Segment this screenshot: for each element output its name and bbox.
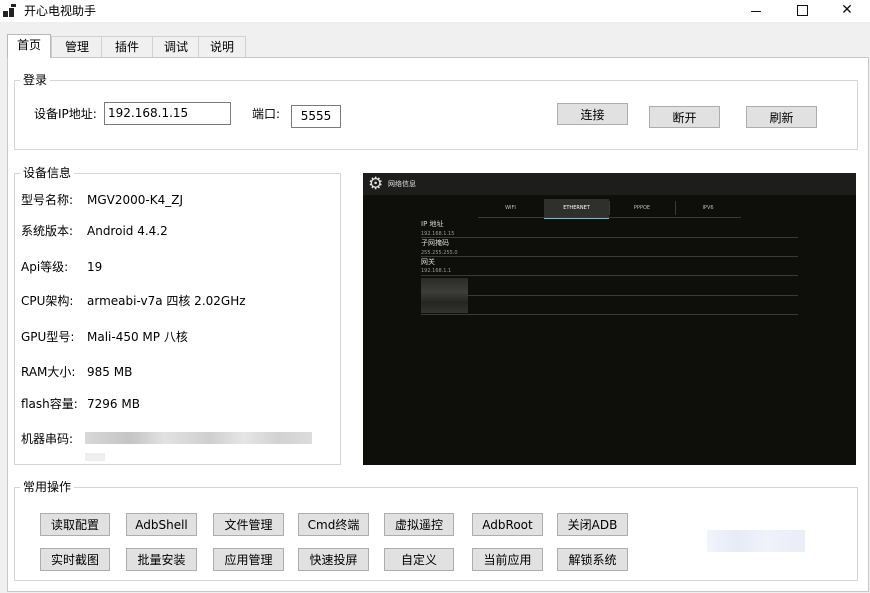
redacted-watermark (707, 530, 805, 552)
redaction-fragment (85, 453, 105, 461)
ip-label: 设备IP地址: (34, 107, 97, 121)
model-value: MGV2000-K4_ZJ (87, 193, 183, 207)
app-icon (3, 4, 17, 18)
adbroot-button[interactable]: AdbRoot (472, 513, 543, 536)
screen-gateway-value: 192.168.1.1 (421, 268, 452, 274)
tab-plugins[interactable]: 插件 (101, 36, 153, 57)
screen-header: ⚙ 网络信息 (363, 173, 856, 195)
maximize-button[interactable] (779, 0, 825, 22)
live-screenshot-button[interactable]: 实时截图 (40, 548, 110, 571)
connect-button[interactable]: 连接 (557, 103, 628, 125)
screen-tab-ipv6: IPV6 (702, 205, 714, 211)
custom-button[interactable]: 自定义 (384, 548, 454, 571)
tab-debug[interactable]: 调试 (152, 36, 200, 57)
serial-value-redacted (85, 432, 312, 444)
quick-cast-button[interactable]: 快速投屏 (298, 548, 369, 571)
gpu-model-value: Mali-450 MP 八核 (87, 330, 188, 344)
gpu-model-label: GPU型号: (21, 330, 75, 344)
disconnect-button[interactable]: 断开 (649, 106, 720, 128)
screen-subnet-label: 子网掩码 (421, 239, 449, 247)
operations-group-title: 常用操作 (20, 480, 75, 494)
screen-divider (421, 314, 798, 315)
ram-size-label: RAM大小: (21, 365, 76, 379)
screen-title: 网络信息 (388, 180, 416, 188)
screen-divider (421, 237, 798, 238)
current-app-button[interactable]: 当前应用 (472, 548, 543, 571)
screen-tab-ethernet: ETHERNET (544, 199, 609, 219)
screen-gateway-label: 网关 (421, 258, 435, 266)
maximize-icon (796, 5, 808, 16)
flash-size-value: 7296 MB (87, 397, 140, 411)
read-config-button[interactable]: 读取配置 (40, 513, 110, 536)
minimize-icon (751, 11, 761, 12)
ip-address-input[interactable]: 192.168.1.15 (104, 102, 231, 125)
screen-divider (421, 256, 798, 257)
flash-size-label: flash容量: (21, 397, 78, 411)
api-level-value: 19 (87, 260, 103, 274)
login-group-title: 登录 (20, 73, 51, 87)
screen-divider (421, 295, 798, 296)
minimize-button[interactable] (733, 0, 779, 22)
file-manager-button[interactable]: 文件管理 (213, 513, 284, 536)
model-label: 型号名称: (21, 193, 74, 207)
api-level-label: Api等级: (21, 260, 69, 274)
close-adb-button[interactable]: 关闭ADB (557, 513, 628, 536)
cpu-arch-value: armeabi-v7a 四核 2.02GHz (87, 294, 246, 308)
settings-gear-icon: ⚙ (368, 174, 384, 194)
device-screen-preview: ⚙ 网络信息 WIFI ETHERNET PPPOE IPV6 IP 地址 19… (363, 173, 856, 465)
app-manager-button[interactable]: 应用管理 (213, 548, 284, 571)
system-version-label: 系统版本: (21, 224, 74, 238)
serial-label: 机器串码: (21, 432, 74, 446)
tab-help[interactable]: 说明 (198, 36, 246, 57)
screen-tab-pppoe: PPPOE (633, 205, 651, 211)
screen-ip-label: IP 地址 (421, 220, 444, 228)
screen-tab-underline (478, 217, 741, 218)
close-button[interactable]: ✕ (824, 0, 870, 22)
cmd-terminal-button[interactable]: Cmd终端 (298, 513, 369, 536)
tab-manage[interactable]: 管理 (51, 36, 103, 57)
device-info-group: 设备信息 (14, 166, 341, 465)
batch-install-button[interactable]: 批量安装 (126, 548, 197, 571)
device-info-group-title: 设备信息 (20, 166, 75, 180)
system-version-value: Android 4.4.2 (87, 224, 168, 238)
cpu-arch-label: CPU架构: (21, 294, 74, 308)
screen-divider (421, 275, 798, 276)
ram-size-value: 985 MB (87, 365, 133, 379)
adbshell-button[interactable]: AdbShell (126, 513, 197, 536)
title-bar: 开心电视助手 ✕ (0, 0, 870, 22)
port-input[interactable]: 5555 (291, 105, 341, 128)
window-title: 开心电视助手 (24, 4, 97, 18)
tab-home[interactable]: 首页 (7, 34, 51, 58)
port-label: 端口: (252, 107, 281, 121)
close-icon: ✕ (841, 2, 853, 18)
screen-redacted-region (421, 278, 468, 313)
refresh-button[interactable]: 刷新 (746, 106, 817, 128)
screen-tab-wifi: WIFI (505, 205, 516, 211)
unlock-system-button[interactable]: 解锁系统 (557, 548, 628, 571)
virtual-remote-button[interactable]: 虚拟遥控 (384, 513, 454, 536)
